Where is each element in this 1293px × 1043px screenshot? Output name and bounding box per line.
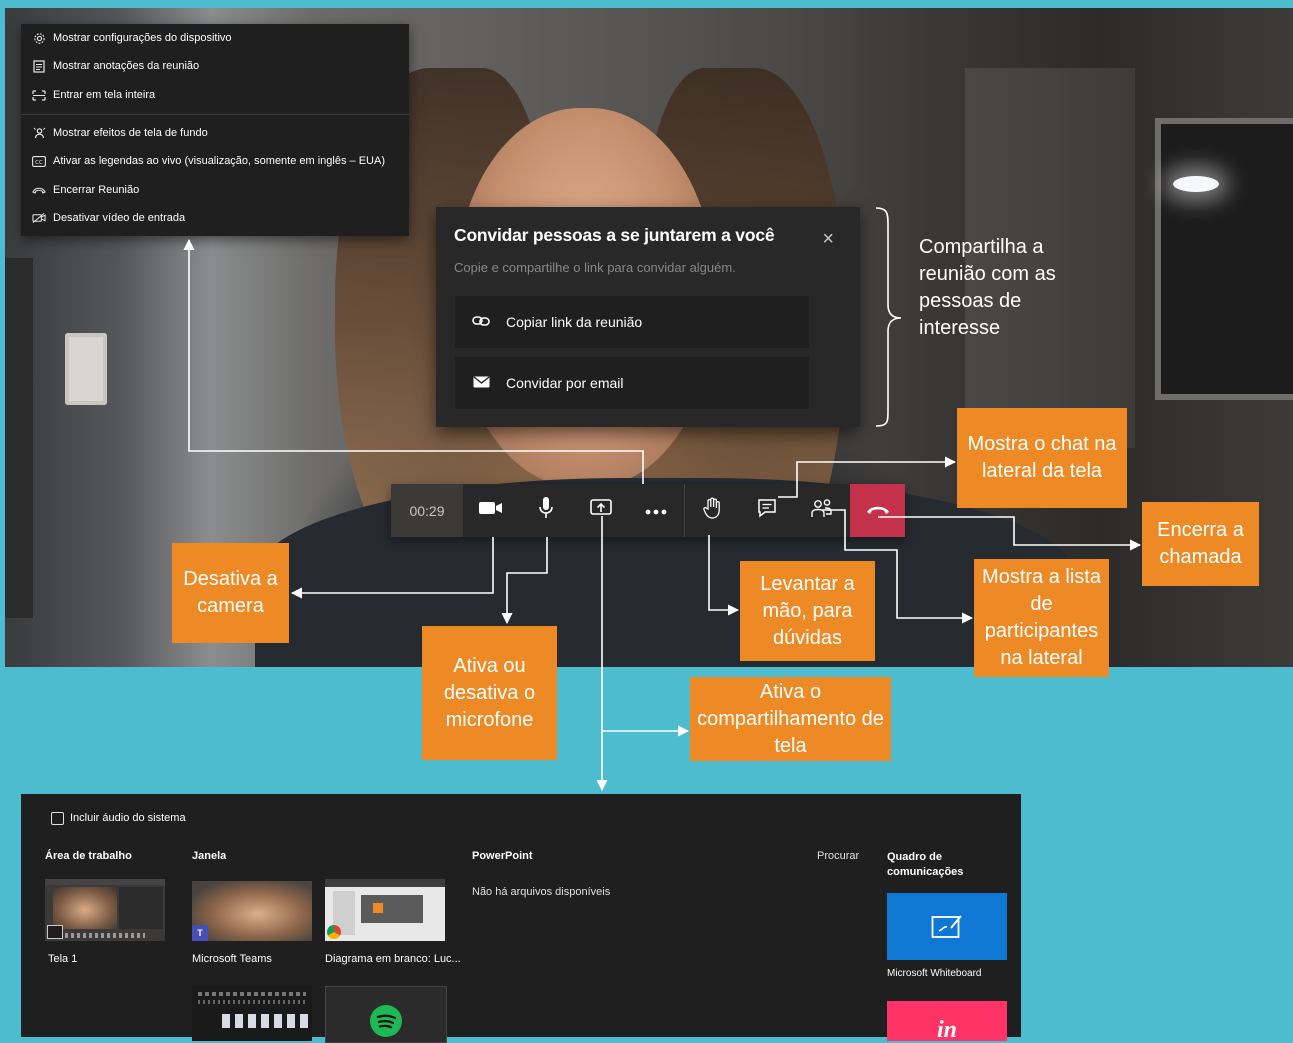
menu-item-fullscreen[interactable]: Entrar em tela inteira — [21, 81, 409, 109]
background-lamp — [1173, 176, 1219, 192]
browse-link[interactable]: Procurar — [817, 850, 859, 862]
menu-item-device-settings[interactable]: Mostrar configurações do dispositivo — [21, 24, 409, 52]
annotation-share-meeting: Compartilha a reunião com as pessoas de … — [919, 236, 1056, 339]
no-files-message: Não há arquivos disponíveis — [472, 886, 611, 898]
gear-icon — [32, 31, 46, 45]
background-cabinet — [5, 258, 33, 618]
menu-item-background-effects[interactable]: Mostrar efeitos de tela de fundo — [21, 119, 409, 147]
diagram-window-thumbnail[interactable] — [325, 879, 445, 941]
include-audio-label: Incluir áudio do sistema — [70, 812, 186, 824]
spotify-window-thumbnail[interactable] — [325, 986, 447, 1043]
annotation-camera: Desativa a camera — [172, 543, 289, 643]
wall-switch — [65, 333, 107, 405]
menu-item-meeting-notes[interactable]: Mostrar anotações da reunião — [21, 52, 409, 80]
invision-logo: in — [936, 1017, 957, 1043]
camera-icon — [479, 501, 503, 520]
fullscreen-icon — [32, 88, 46, 102]
invision-tile[interactable]: in — [887, 1001, 1007, 1043]
annotation-microphone: Ativa ou desativa o microfone — [422, 626, 557, 760]
include-audio-checkbox[interactable] — [51, 812, 64, 825]
more-options-button[interactable] — [629, 484, 683, 537]
more-options-menu: Mostrar configurações do dispositivo Mos… — [21, 24, 409, 236]
call-controls-bar: 00:29 — [391, 484, 905, 537]
menu-item-live-captions[interactable]: CC Ativar as legendas ao vivo (visualiza… — [21, 147, 409, 175]
share-screen-icon — [590, 499, 612, 522]
share-screen-button[interactable] — [574, 484, 628, 537]
powerpoint-header: PowerPoint — [472, 850, 533, 862]
screen-1-thumbnail[interactable] — [45, 879, 165, 941]
raise-hand-button[interactable] — [685, 484, 739, 537]
hang-up-icon — [866, 502, 890, 520]
whiteboard-label: Microsoft Whiteboard — [887, 968, 982, 979]
spotify-icon — [370, 1005, 402, 1037]
window-thumbnail-3[interactable] — [192, 986, 312, 1041]
desktop-header: Área de trabalho — [45, 850, 132, 862]
svg-text:CC: CC — [35, 159, 43, 165]
annotation-end-call: Encerra a chamada — [1142, 502, 1259, 586]
menu-item-end-meeting[interactable]: Encerrar Reunião — [21, 176, 409, 204]
dialog-title: Convidar pessoas a se juntarem a você — [454, 225, 775, 245]
background-effects-icon — [32, 126, 46, 140]
participants-icon — [811, 498, 833, 523]
invite-people-dialog: Convidar pessoas a se juntarem a você × … — [436, 207, 860, 427]
annotation-chat: Mostra o chat na lateral da tela — [957, 408, 1127, 508]
captions-icon: CC — [32, 154, 46, 168]
microsoft-whiteboard-tile[interactable] — [887, 893, 1007, 960]
menu-item-label: Entrar em tela inteira — [53, 89, 156, 101]
menu-divider — [21, 114, 409, 115]
chat-button[interactable] — [740, 484, 794, 537]
menu-item-label: Desativar vídeo de entrada — [53, 212, 186, 224]
microphone-button[interactable] — [519, 484, 573, 537]
screen-share-icon — [47, 925, 63, 939]
link-icon — [472, 314, 490, 330]
menu-item-label: Mostrar anotações da reunião — [53, 60, 200, 72]
chrome-icon — [327, 925, 341, 939]
diagram-window-label: Diagrama em branco: Luc... — [325, 953, 461, 965]
dialog-subtitle: Copie e compartilhe o link para convidar… — [454, 260, 736, 275]
camera-button[interactable] — [464, 484, 518, 537]
microphone-icon — [539, 497, 553, 524]
menu-item-label: Mostrar configurações do dispositivo — [53, 32, 232, 44]
background-window — [1155, 118, 1293, 400]
teams-window-label: Microsoft Teams — [192, 953, 272, 965]
hang-up-button[interactable] — [850, 484, 905, 537]
whiteboard-icon — [931, 914, 962, 938]
raise-hand-icon — [703, 497, 721, 524]
mail-icon — [472, 375, 490, 391]
invite-by-email-button[interactable]: Convidar por email — [455, 357, 809, 409]
chat-icon — [757, 498, 777, 523]
screen-1-label: Tela 1 — [48, 953, 78, 965]
menu-item-label: Encerrar Reunião — [53, 184, 140, 196]
annotation-participants: Mostra a lista de participantes na later… — [974, 559, 1109, 677]
menu-item-disable-incoming-video[interactable]: Desativar vídeo de entrada — [21, 204, 409, 232]
whiteboard-header: Quadro de comunicações — [887, 851, 964, 878]
window-header: Janela — [192, 850, 227, 862]
participants-button[interactable] — [795, 484, 849, 537]
video-off-icon — [32, 211, 46, 225]
teams-icon: T — [192, 925, 208, 941]
share-content-tray: Incluir áudio do sistema Área de trabalh… — [21, 794, 1021, 1043]
notes-icon — [32, 59, 46, 73]
end-meeting-icon — [32, 183, 46, 197]
email-label: Convidar por email — [506, 375, 624, 391]
annotation-raise-hand: Levantar a mão, para dúvidas — [740, 561, 875, 661]
more-options-icon — [645, 502, 667, 520]
menu-item-label: Mostrar efeitos de tela de fundo — [53, 127, 208, 139]
teams-window-thumbnail[interactable]: T — [192, 881, 312, 941]
call-timer: 00:29 — [391, 484, 463, 537]
close-icon[interactable]: × — [822, 229, 834, 249]
annotation-screen-share: Ativa o compartilhamento de tela — [690, 677, 891, 761]
copy-link-label: Copiar link da reunião — [506, 314, 643, 330]
copy-meeting-link-button[interactable]: Copiar link da reunião — [455, 296, 809, 348]
menu-item-label: Ativar as legendas ao vivo (visualização… — [53, 155, 385, 167]
